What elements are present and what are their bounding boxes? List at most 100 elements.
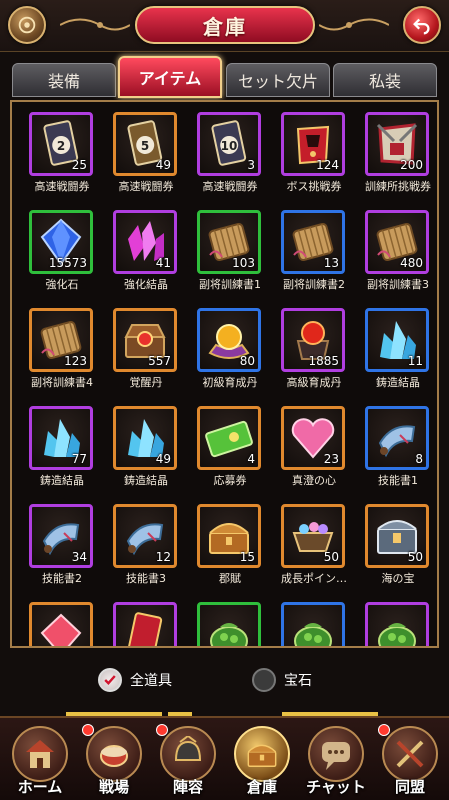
ornament-left-icon [60,18,130,31]
ornament-right-icon [319,18,389,31]
inventory-item[interactable]: 11 鋳造結晶 [359,308,437,404]
item-slot[interactable] [197,602,261,646]
inventory-panel[interactable]: 2 25 高速戦闘券 5 49 高速戦闘券 10 3 高速戦闘券 124 ボス挑戦券 200 訓… [10,100,439,648]
inventory-item[interactable]: 5 49 高速戦闘券 [107,112,185,208]
inventory-item[interactable] [107,602,185,646]
inventory-item[interactable]: 13 副将訓練書2 [275,210,353,306]
inventory-item[interactable]: 4 応募券 [191,406,269,502]
inventory-item[interactable]: 1885 高級育成丹 [275,308,353,404]
item-slot[interactable]: 12 [113,504,177,568]
item-slot[interactable]: 15573 [29,210,93,274]
nav-item-3[interactable]: 倉庫 [226,724,298,800]
menu-button[interactable] [8,6,46,44]
item-slot[interactable]: 5 49 [113,112,177,176]
item-slot[interactable]: 41 [113,210,177,274]
nav-item-2[interactable]: 陣容 [152,724,224,800]
item-count: 50 [407,550,423,564]
nav-item-0[interactable]: ホーム [4,724,76,800]
item-slot[interactable] [365,602,429,646]
item-slot[interactable] [29,602,93,646]
item-slot[interactable]: 480 [365,210,429,274]
item-slot[interactable]: 2 25 [29,112,93,176]
item-slot[interactable]: 34 [29,504,93,568]
item-slot[interactable]: 124 [281,112,345,176]
item-slot[interactable]: 50 [365,504,429,568]
tab-equipment[interactable]: 装備 [12,63,116,97]
inventory-item[interactable]: 50 成長ポイン… [275,504,353,600]
filter-all-items[interactable]: 全道具 [98,668,172,692]
inventory-item[interactable] [275,602,353,646]
item-count: 25 [71,158,87,172]
item-slot[interactable] [113,602,177,646]
inventory-item[interactable]: 12 技能書3 [107,504,185,600]
item-slot[interactable]: 123 [29,308,93,372]
inventory-item[interactable]: 41 強化結晶 [107,210,185,306]
item-count: 3 [247,158,255,172]
filter-all-items-label: 全道具 [130,673,172,689]
inventory-item[interactable]: 15573 強化石 [23,210,101,306]
item-name: 副将訓練書1 [199,278,261,291]
item-slot[interactable]: 103 [197,210,261,274]
inventory-item[interactable]: 23 真澄の心 [275,406,353,502]
tab-set-fragments[interactable]: セット欠片 [226,63,330,97]
item-slot[interactable] [281,602,345,646]
inventory-item[interactable]: 50 海の宝 [359,504,437,600]
item-slot[interactable]: 557 [113,308,177,372]
item-count: 15573 [48,256,87,270]
inventory-item[interactable]: 557 覚醒丹 [107,308,185,404]
item-slot[interactable]: 4 [197,406,261,470]
inventory-item[interactable] [191,602,269,646]
item-slot[interactable]: 1885 [281,308,345,372]
inventory-item[interactable]: 34 技能書2 [23,504,101,600]
inventory-item[interactable] [23,602,101,646]
item-slot[interactable]: 8 [365,406,429,470]
item-count: 49 [155,452,171,466]
inventory-item[interactable]: 103 副将訓練書1 [191,210,269,306]
inventory-item[interactable]: 49 鋳造結晶 [107,406,185,502]
item-count: 557 [148,354,171,368]
item-name: 副将訓練書2 [283,278,345,291]
inventory-item[interactable]: 124 ボス挑戦券 [275,112,353,208]
nav-item-5[interactable]: 同盟 [374,724,446,800]
inventory-item[interactable]: 77 鋳造結晶 [23,406,101,502]
item-slot[interactable]: 80 [197,308,261,372]
inventory-item[interactable]: 123 副将訓練書4 [23,308,101,404]
item-slot[interactable]: 49 [113,406,177,470]
nav-label: ホーム [17,778,63,796]
item-count: 15 [239,550,255,564]
filter-gems[interactable]: 宝石 [252,668,312,692]
inventory-item[interactable]: 200 訓練所挑戦券 [359,112,437,208]
item-name: 鋳造結晶 [376,376,420,389]
nav-label: 同盟 [394,778,425,796]
inventory-item[interactable] [359,602,437,646]
back-button[interactable] [403,6,441,44]
svg-text:2: 2 [57,139,65,153]
tab-private-outfits[interactable]: 私装 [333,63,437,97]
inventory-item[interactable]: 8 技能書1 [359,406,437,502]
inventory-item[interactable]: 10 3 高速戦闘券 [191,112,269,208]
item-slot[interactable]: 11 [365,308,429,372]
item-slot[interactable]: 15 [197,504,261,568]
checkmark-icon [98,668,122,692]
item-slot[interactable]: 200 [365,112,429,176]
item-name: 技能書2 [42,572,82,585]
inventory-item[interactable]: 2 25 高速戦闘券 [23,112,101,208]
inventory-item[interactable]: 480 副将訓練書3 [359,210,437,306]
item-count: 77 [71,452,87,466]
item-name: 副将訓練書3 [367,278,429,291]
item-slot[interactable]: 23 [281,406,345,470]
item-slot[interactable]: 13 [281,210,345,274]
bottom-nav: ホーム 戦場 陣容 倉庫 チャット 同盟 [0,716,449,800]
item-slot[interactable]: 50 [281,504,345,568]
tab-items[interactable]: アイテム [118,56,222,98]
inventory-item[interactable]: 80 初級育成丹 [191,308,269,404]
item-slot[interactable]: 103 [197,112,261,176]
nav-item-1[interactable]: 戦場 [78,724,150,800]
back-arrow-icon [413,18,430,35]
nav-item-4[interactable]: チャット [300,724,372,800]
notification-badge [82,724,94,736]
inventory-item[interactable]: 15 郡賦 [191,504,269,600]
svg-text:5: 5 [141,139,149,153]
item-slot[interactable]: 77 [29,406,93,470]
category-tabs: 装備 アイテム セット欠片 私装 [0,56,449,102]
